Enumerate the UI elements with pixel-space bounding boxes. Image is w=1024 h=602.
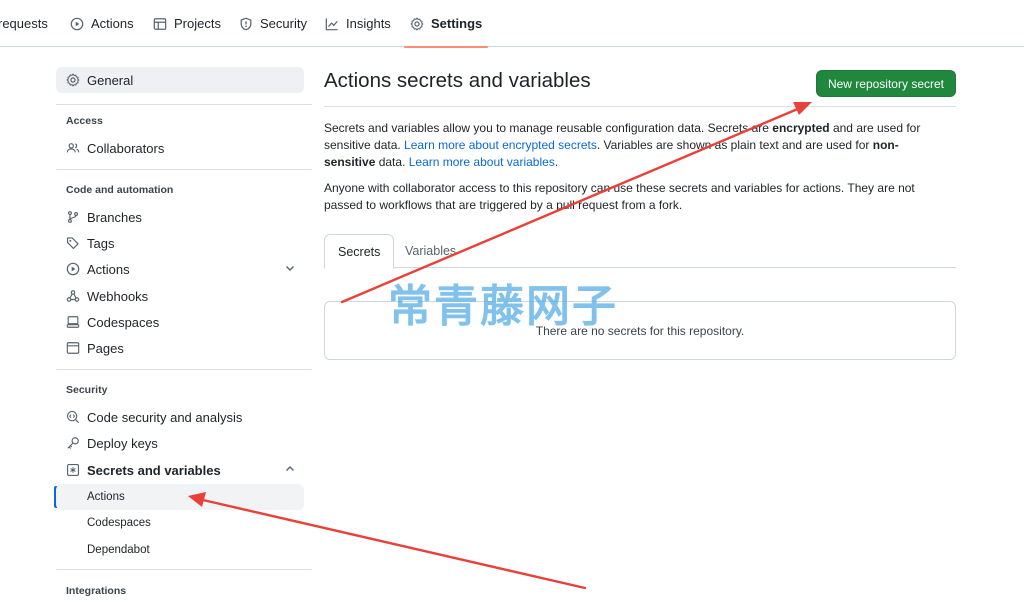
gear-icon xyxy=(66,73,80,87)
sidebar-group-code-automation: Code and automation xyxy=(66,184,174,196)
sidebar-item-pages[interactable]: Pages xyxy=(56,335,304,361)
intro-bold-encrypted: encrypted xyxy=(772,121,830,135)
key-icon xyxy=(66,436,80,450)
sidebar-divider xyxy=(56,169,312,170)
sidebar-subitem-actions[interactable]: Actions xyxy=(56,484,304,510)
tab-variables-label: Variables xyxy=(405,244,457,258)
intro-text-part: data. xyxy=(375,155,409,169)
sidebar-divider xyxy=(56,104,312,105)
tab-secrets-label: Secrets xyxy=(338,244,381,259)
tab-secrets[interactable]: Secrets xyxy=(324,234,395,269)
chevron-down-icon[interactable] xyxy=(284,262,296,274)
sidebar-item-label: Tags xyxy=(87,235,115,251)
asterisk-icon xyxy=(66,463,80,477)
sidebar-item-collaborators[interactable]: Collaborators xyxy=(56,135,304,161)
sidebar-item-label: General xyxy=(87,72,134,88)
sidebar-item-tags[interactable]: Tags xyxy=(56,230,304,256)
sidebar-item-secrets-variables[interactable]: Secrets and variables xyxy=(56,457,304,483)
tab-settings[interactable]: Settings xyxy=(403,0,489,48)
sidebar-divider xyxy=(56,369,312,370)
sidebar-group-access: Access xyxy=(66,115,103,127)
sidebar-item-label: Webhooks xyxy=(87,288,149,304)
sidebar-item-label: Secrets and variables xyxy=(87,462,221,478)
table-icon xyxy=(153,17,167,31)
access-note: Anyone with collaborator access to this … xyxy=(324,181,915,212)
sidebar-divider xyxy=(56,569,312,570)
codescan-icon xyxy=(66,410,80,424)
repo-nav: requests Actions Projects Security Insig… xyxy=(0,0,1024,48)
sidebar-item-deploy-keys[interactable]: Deploy keys xyxy=(56,430,304,456)
sidebar-item-code-security[interactable]: Code security and analysis xyxy=(56,404,304,430)
browser-icon xyxy=(66,341,80,355)
sidebar-group-integrations: Integrations xyxy=(66,585,127,597)
sidebar-item-webhooks[interactable]: Webhooks xyxy=(56,283,304,309)
sidebar-item-label: Pages xyxy=(87,340,124,356)
sidebar-subitem-codespaces[interactable]: Codespaces xyxy=(56,510,304,536)
learn-more-secrets-link[interactable]: Learn more about encrypted secrets xyxy=(404,138,597,152)
sidebar-item-label: Codespaces xyxy=(87,314,160,330)
sidebar-item-label: Deploy keys xyxy=(87,435,158,451)
tab-projects[interactable]: Projects xyxy=(153,0,221,47)
chevron-up-icon[interactable] xyxy=(284,463,296,475)
shield-icon xyxy=(239,17,253,31)
sidebar-item-general[interactable]: General xyxy=(56,67,304,93)
tab-actions-label: Actions xyxy=(91,16,134,31)
tab-security[interactable]: Security xyxy=(239,0,307,47)
tab-projects-label: Projects xyxy=(174,16,221,31)
play-icon xyxy=(70,17,84,31)
sidebar-item-label: Actions xyxy=(87,491,125,503)
graph-icon xyxy=(325,17,339,31)
tab-pull-requests[interactable]: requests xyxy=(0,0,48,47)
people-icon xyxy=(66,141,80,155)
sidebar-subitem-dependabot[interactable]: Dependabot xyxy=(56,537,304,563)
play-icon xyxy=(66,262,80,276)
page-title: Actions secrets and variables xyxy=(324,69,591,92)
tab-settings-label: Settings xyxy=(431,16,483,31)
tab-insights-label: Insights xyxy=(346,16,391,31)
new-repository-secret-button[interactable]: New repository secret xyxy=(815,70,956,97)
secrets-empty-state: There are no secrets for this repository… xyxy=(324,301,956,360)
tab-pull-requests-label: requests xyxy=(0,16,48,31)
empty-state-message: There are no secrets for this repository… xyxy=(535,323,745,338)
tag-icon xyxy=(66,236,80,250)
tab-security-label: Security xyxy=(260,16,307,31)
sidebar-item-codespaces[interactable]: Codespaces xyxy=(56,309,304,335)
tab-variables[interactable]: Variables xyxy=(392,234,469,268)
intro-text-part: Secrets and variables allow you to manag… xyxy=(324,121,773,135)
learn-more-variables-link[interactable]: Learn more about variables xyxy=(409,155,555,169)
tab-insights[interactable]: Insights xyxy=(325,0,391,47)
tab-actions[interactable]: Actions xyxy=(70,0,134,47)
sidebar-item-label: Collaborators xyxy=(87,140,165,156)
gear-icon xyxy=(410,17,424,31)
sidebar-item-branches[interactable]: Branches xyxy=(56,204,304,230)
intro-text: Secrets and variables allow you to manag… xyxy=(324,120,924,171)
sidebar-item-label: Code security and analysis xyxy=(87,409,243,425)
branch-icon xyxy=(66,210,80,224)
codespaces-icon xyxy=(66,315,80,329)
sidebar-item-label: Codespaces xyxy=(87,517,151,529)
title-divider xyxy=(324,106,956,107)
sidebar-item-actions[interactable]: Actions xyxy=(56,256,304,282)
sidebar-item-label: Branches xyxy=(87,209,142,225)
secrets-variables-tabs: Secrets Variables xyxy=(324,234,956,269)
sidebar-item-label: Dependabot xyxy=(87,544,150,556)
sidebar-group-security: Security xyxy=(66,384,108,396)
intro-text-part: . xyxy=(554,155,559,169)
webhook-icon xyxy=(66,289,80,303)
sidebar-item-label: Actions xyxy=(87,261,130,277)
intro-text-part: . Variables are shown as plain text and … xyxy=(596,138,873,152)
